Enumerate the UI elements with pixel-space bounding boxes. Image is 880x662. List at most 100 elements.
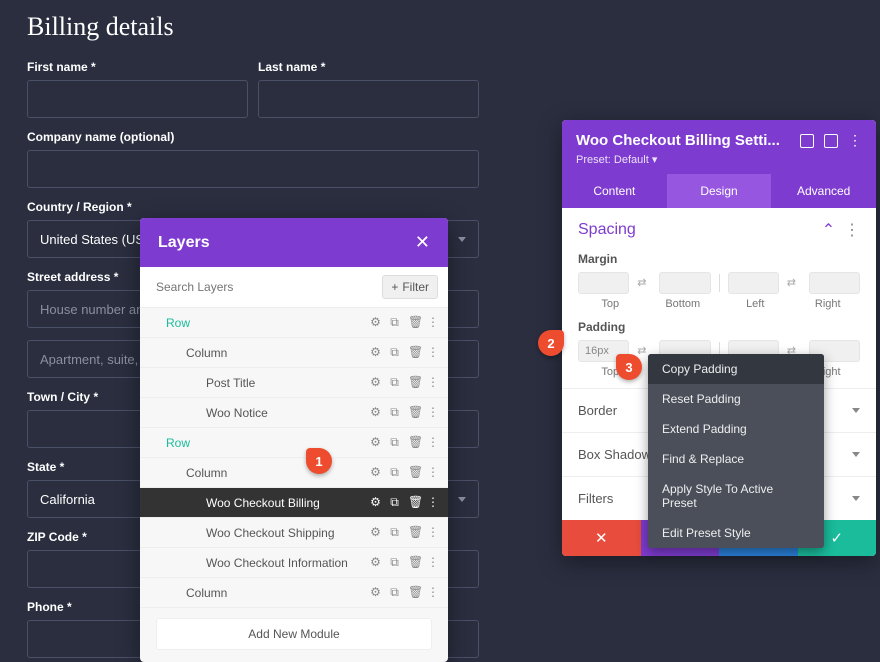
gear-icon[interactable]: ⚙ xyxy=(370,555,381,570)
duplicate-icon[interactable]: ⧉ xyxy=(389,495,400,510)
layer-row[interactable]: Woo Checkout Information⚙ ⧉ 🗑 ⋮ xyxy=(140,548,448,578)
trash-icon[interactable]: 🗑 xyxy=(408,465,419,480)
more-icon[interactable]: ⋮ xyxy=(427,435,438,450)
trash-icon[interactable]: 🗑 xyxy=(408,495,419,510)
duplicate-icon[interactable]: ⧉ xyxy=(389,465,400,480)
trash-icon[interactable]: 🗑 xyxy=(408,345,419,360)
context-menu-item[interactable]: Apply Style To Active Preset xyxy=(648,474,824,518)
gear-icon[interactable]: ⚙ xyxy=(370,405,381,420)
callout-marker-2: 2 xyxy=(538,330,564,356)
more-icon[interactable]: ⋮ xyxy=(427,315,438,330)
last-name-input[interactable] xyxy=(258,80,479,118)
company-input[interactable] xyxy=(27,150,479,188)
trash-icon[interactable]: 🗑 xyxy=(408,405,419,420)
chevron-down-icon xyxy=(458,497,466,502)
layers-search-bar: + Filter xyxy=(140,267,448,308)
margin-right-input[interactable] xyxy=(809,272,860,294)
margin-label: Margin xyxy=(562,252,876,272)
duplicate-icon[interactable]: ⧉ xyxy=(389,315,400,330)
trash-icon[interactable]: 🗑 xyxy=(408,525,419,540)
country-value: United States (US) xyxy=(40,232,148,247)
gear-icon[interactable]: ⚙ xyxy=(370,525,381,540)
more-icon[interactable]: ⋮ xyxy=(427,525,438,540)
expand-icon[interactable] xyxy=(800,134,814,148)
layer-label: Column xyxy=(186,466,370,480)
gear-icon[interactable]: ⚙ xyxy=(370,465,381,480)
link-icon[interactable]: ⇄ xyxy=(787,276,801,290)
padding-label: Padding xyxy=(562,320,876,340)
trash-icon[interactable]: 🗑 xyxy=(408,555,419,570)
more-icon[interactable]: ⋮ xyxy=(848,132,862,149)
margin-bottom-input[interactable] xyxy=(659,272,710,294)
margin-top-input[interactable] xyxy=(578,272,629,294)
margin-left-input[interactable] xyxy=(728,272,779,294)
layers-filter-button[interactable]: + Filter xyxy=(382,275,438,299)
layer-row[interactable]: Post Title⚙⧉🗑⋮ xyxy=(140,368,448,398)
plus-icon: + xyxy=(391,280,398,294)
gear-icon[interactable]: ⚙ xyxy=(370,585,381,600)
preset-label[interactable]: Preset: Default ▾ xyxy=(576,153,862,166)
context-menu-item[interactable]: Copy Padding xyxy=(648,354,824,384)
caret-up-icon: ⌃ xyxy=(822,222,835,239)
tab-design[interactable]: Design xyxy=(667,174,772,208)
panel-icon[interactable] xyxy=(824,134,838,148)
layer-row[interactable]: Woo Checkout Billing⚙⧉🗑⋮ xyxy=(140,488,448,518)
layer-actions: ⚙ ⧉ 🗑 ⋮ xyxy=(370,525,438,540)
context-menu-item[interactable]: Find & Replace xyxy=(648,444,824,474)
more-icon[interactable]: ⋮ xyxy=(427,405,438,420)
duplicate-icon[interactable]: ⧉ xyxy=(389,405,400,420)
layer-row[interactable]: Woo Notice⚙⧉🗑⋮ xyxy=(140,398,448,428)
more-icon[interactable]: ⋮ xyxy=(844,222,860,239)
context-menu-item[interactable]: Edit Preset Style xyxy=(648,518,824,548)
first-name-input[interactable] xyxy=(27,80,248,118)
discard-button[interactable]: ✕ xyxy=(562,520,641,556)
gear-icon[interactable]: ⚙ xyxy=(370,345,381,360)
tab-advanced[interactable]: Advanced xyxy=(771,174,876,208)
more-icon[interactable]: ⋮ xyxy=(427,555,438,570)
layers-search-input[interactable] xyxy=(156,280,382,294)
add-new-module-button[interactable]: Add New Module xyxy=(156,618,432,650)
close-icon[interactable]: ✕ xyxy=(415,232,430,253)
side-top: Top xyxy=(578,298,643,310)
gear-icon[interactable]: ⚙ xyxy=(370,315,381,330)
tab-content[interactable]: Content xyxy=(562,174,667,208)
spacing-title: Spacing xyxy=(578,221,636,239)
more-icon[interactable]: ⋮ xyxy=(427,585,438,600)
spacing-section-header[interactable]: Spacing ⌃ ⋮ xyxy=(562,208,876,252)
duplicate-icon[interactable]: ⧉ xyxy=(389,525,400,540)
layers-panel: Layers ✕ + Filter Row⚙⧉🗑⋮Column⚙⧉🗑⋮Post … xyxy=(140,218,448,662)
link-icon[interactable]: ⇄ xyxy=(637,276,651,290)
trash-icon[interactable]: 🗑 xyxy=(408,435,419,450)
duplicate-icon[interactable]: ⧉ xyxy=(389,585,400,600)
layer-row[interactable]: Row⚙⧉🗑⋮ xyxy=(140,428,448,458)
duplicate-icon[interactable]: ⧉ xyxy=(389,555,400,570)
gear-icon[interactable]: ⚙ xyxy=(370,495,381,510)
gear-icon[interactable]: ⚙ xyxy=(370,375,381,390)
layer-actions: ⚙ ⧉ 🗑 ⋮ xyxy=(370,495,438,510)
more-icon[interactable]: ⋮ xyxy=(427,375,438,390)
trash-icon[interactable]: 🗑 xyxy=(408,315,419,330)
layer-row[interactable]: Column⚙⧉🗑⋮ xyxy=(140,338,448,368)
duplicate-icon[interactable]: ⧉ xyxy=(389,435,400,450)
chevron-down-icon xyxy=(458,237,466,242)
gear-icon[interactable]: ⚙ xyxy=(370,435,381,450)
layer-row[interactable]: Woo Checkout Shipping⚙⧉🗑⋮ xyxy=(140,518,448,548)
company-label: Company name (optional) xyxy=(27,130,479,144)
layer-actions: ⚙ ⧉ 🗑 ⋮ xyxy=(370,315,438,330)
layer-row[interactable]: Column⚙⧉🗑⋮ xyxy=(140,578,448,608)
settings-tabs: Content Design Advanced xyxy=(562,174,876,208)
context-menu-item[interactable]: Reset Padding xyxy=(648,384,824,414)
trash-icon[interactable]: 🗑 xyxy=(408,375,419,390)
duplicate-icon[interactable]: ⧉ xyxy=(389,375,400,390)
trash-icon[interactable]: 🗑 xyxy=(408,585,419,600)
layer-label: Woo Checkout Information xyxy=(206,556,370,570)
settings-header: Woo Checkout Billing Setti... ⋮ Preset: … xyxy=(562,120,876,174)
last-name-label: Last name * xyxy=(258,60,479,74)
context-menu-item[interactable]: Extend Padding xyxy=(648,414,824,444)
layer-row[interactable]: Row⚙⧉🗑⋮ xyxy=(140,308,448,338)
more-icon[interactable]: ⋮ xyxy=(427,465,438,480)
more-icon[interactable]: ⋮ xyxy=(427,345,438,360)
duplicate-icon[interactable]: ⧉ xyxy=(389,345,400,360)
layer-row[interactable]: Column⚙ ⧉ 🗑 ⋮ xyxy=(140,458,448,488)
more-icon[interactable]: ⋮ xyxy=(427,495,438,510)
